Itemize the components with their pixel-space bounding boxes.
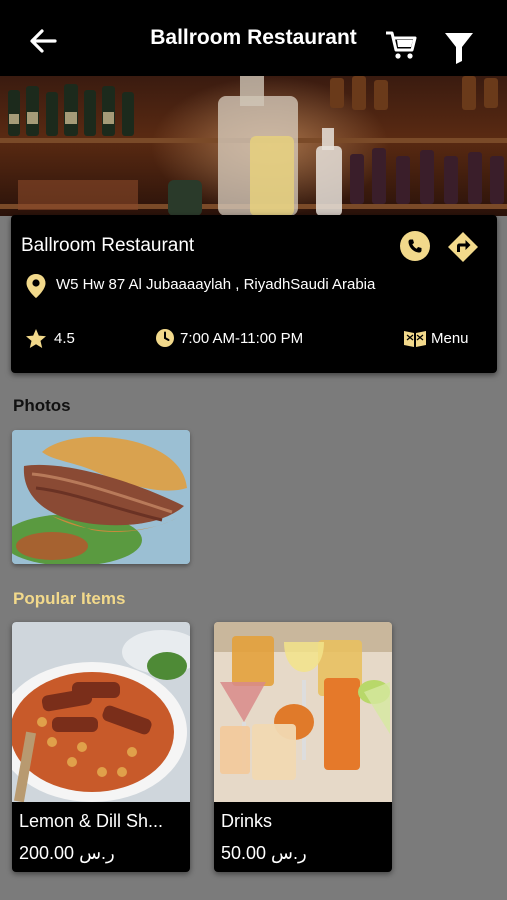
photos-section-title: Photos <box>13 396 71 415</box>
clock-icon <box>156 329 174 347</box>
filter-icon[interactable] <box>444 31 474 65</box>
location-pin-icon <box>26 274 46 298</box>
item-name: Lemon & Dill Sh... <box>19 811 164 831</box>
item-name: Drinks <box>221 811 273 831</box>
item-image <box>214 622 392 802</box>
cart-icon[interactable] <box>384 30 418 60</box>
app-bar: Ballroom Restaurant <box>0 0 507 76</box>
popular-items-section-title: Popular Items <box>13 589 126 608</box>
rating-value: 4.5 <box>54 330 75 347</box>
item-image <box>12 622 190 802</box>
page-title: Ballroom Restaurant <box>150 26 357 49</box>
restaurant-address: W5 Hw 87 Al Jubaaaaylah , RiyadhSaudi Ar… <box>56 276 376 293</box>
phone-icon <box>408 239 422 253</box>
popular-item-card[interactable]: Drinks 50.00 ر.س <box>214 622 392 872</box>
restaurant-info-card: Ballroom Restaurant W5 Hw 87 Al Jubaaaay… <box>11 215 497 373</box>
popular-item-card[interactable]: Lemon & Dill Sh... 200.00 ر.س <box>12 622 190 872</box>
star-icon <box>26 329 46 348</box>
restaurant-banner-image <box>0 76 507 216</box>
call-button[interactable] <box>400 231 430 261</box>
opening-hours: 7:00 AM-11:00 PM <box>180 330 304 347</box>
item-price: 50.00 ر.س <box>221 843 307 863</box>
menu-link[interactable]: Menu <box>431 330 469 347</box>
directions-icon[interactable] <box>447 231 479 263</box>
menu-book-icon[interactable] <box>403 328 427 348</box>
photo-thumbnail[interactable] <box>12 430 190 564</box>
item-price: 200.00 ر.س <box>19 843 115 863</box>
restaurant-name: Ballroom Restaurant <box>21 235 195 256</box>
